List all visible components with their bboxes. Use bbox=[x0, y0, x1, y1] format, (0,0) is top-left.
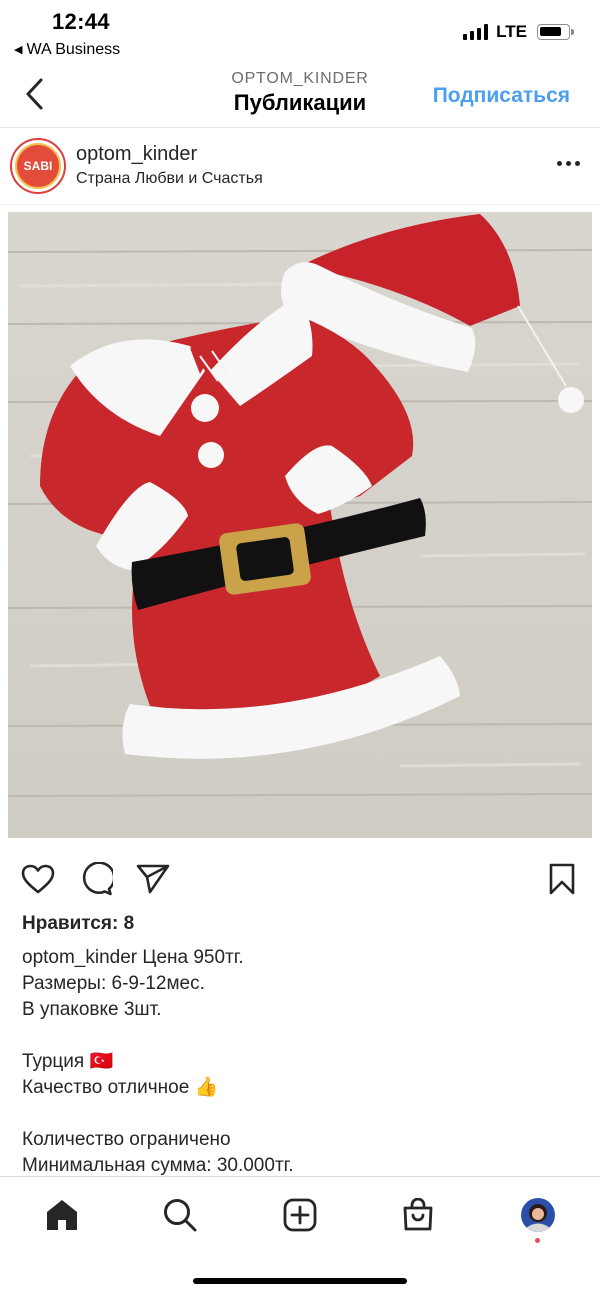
status-time: 12:44 bbox=[52, 9, 110, 34]
post-photo bbox=[7, 212, 593, 838]
share-icon bbox=[136, 864, 170, 894]
like-button[interactable] bbox=[20, 862, 56, 896]
tab-shop[interactable] bbox=[398, 1195, 438, 1235]
shop-icon bbox=[403, 1198, 433, 1231]
create-icon bbox=[283, 1198, 317, 1232]
status-indicators: LTE bbox=[463, 22, 574, 42]
battery-icon bbox=[537, 24, 574, 40]
back-button[interactable] bbox=[18, 76, 52, 112]
more-options-button[interactable] bbox=[557, 155, 580, 172]
caption-line: Размеры: 6-9-12мес. bbox=[22, 973, 205, 994]
chevron-left-icon bbox=[26, 78, 43, 110]
caption-line: В упаковке 3шт. bbox=[22, 999, 162, 1020]
notification-dot bbox=[535, 1238, 540, 1243]
status-bar: 12:44 ◀ WA Business LTE bbox=[0, 0, 600, 64]
page-title: Публикации bbox=[233, 90, 367, 115]
more-dots-icon bbox=[557, 161, 562, 166]
tab-home[interactable] bbox=[42, 1195, 82, 1235]
comment-button[interactable] bbox=[78, 862, 114, 896]
home-icon bbox=[47, 1200, 77, 1230]
caption-text: Качество отличное bbox=[22, 1077, 190, 1098]
cellular-signal-icon bbox=[463, 24, 489, 40]
avatar-logo: SABI bbox=[15, 143, 61, 189]
follow-button[interactable]: Подписаться bbox=[433, 84, 570, 108]
back-app-label: WA Business bbox=[26, 41, 121, 58]
home-indicator bbox=[193, 1278, 407, 1284]
avatar[interactable]: SABI bbox=[10, 138, 66, 194]
caption-text: Турция bbox=[22, 1051, 85, 1072]
bookmark-icon bbox=[549, 863, 575, 895]
heart-icon bbox=[21, 864, 55, 894]
post-username[interactable]: optom_kinder bbox=[76, 143, 197, 166]
likes-count[interactable]: Нравится: 8 bbox=[22, 913, 134, 935]
post-header: SABI optom_kinder Страна Любви и Счастья bbox=[0, 129, 600, 205]
save-button[interactable] bbox=[544, 862, 580, 896]
caption-line: optom_kinder Цена 950тг. bbox=[22, 945, 582, 971]
thumbs-up-emoji: 👍 bbox=[194, 1077, 219, 1098]
caption-line: Количество ограничено bbox=[22, 1129, 231, 1150]
back-to-app-link[interactable]: ◀ WA Business bbox=[14, 41, 120, 59]
nav-header: OPTOM_KINDER Публикации Подписаться bbox=[0, 64, 600, 128]
account-name: OPTOM_KINDER bbox=[231, 70, 369, 87]
back-triangle-icon: ◀ bbox=[14, 44, 23, 56]
network-type: LTE bbox=[496, 22, 527, 41]
share-button[interactable] bbox=[135, 862, 171, 896]
caption-line: Турция 🇹🇷 bbox=[22, 1049, 582, 1075]
caption-username[interactable]: optom_kinder bbox=[22, 947, 137, 968]
search-icon bbox=[164, 1199, 197, 1232]
caption-text: Цена 950тг. bbox=[142, 947, 244, 968]
tab-bar bbox=[0, 1176, 600, 1256]
tab-profile[interactable] bbox=[518, 1195, 558, 1235]
caption-line: Качество отличное 👍 bbox=[22, 1075, 582, 1101]
nav-titles: OPTOM_KINDER Публикации bbox=[150, 70, 450, 116]
profile-avatar bbox=[521, 1198, 555, 1232]
tab-create[interactable] bbox=[280, 1195, 320, 1235]
post-location[interactable]: Страна Любви и Счастья bbox=[76, 170, 263, 188]
comment-icon bbox=[82, 862, 113, 896]
post-actions bbox=[0, 850, 600, 906]
post-caption: optom_kinder Цена 950тг. Размеры: 6-9-12… bbox=[22, 945, 582, 1179]
post-image[interactable] bbox=[0, 206, 600, 842]
tab-search[interactable] bbox=[160, 1195, 200, 1235]
turkey-flag-emoji: 🇹🇷 bbox=[89, 1051, 114, 1072]
